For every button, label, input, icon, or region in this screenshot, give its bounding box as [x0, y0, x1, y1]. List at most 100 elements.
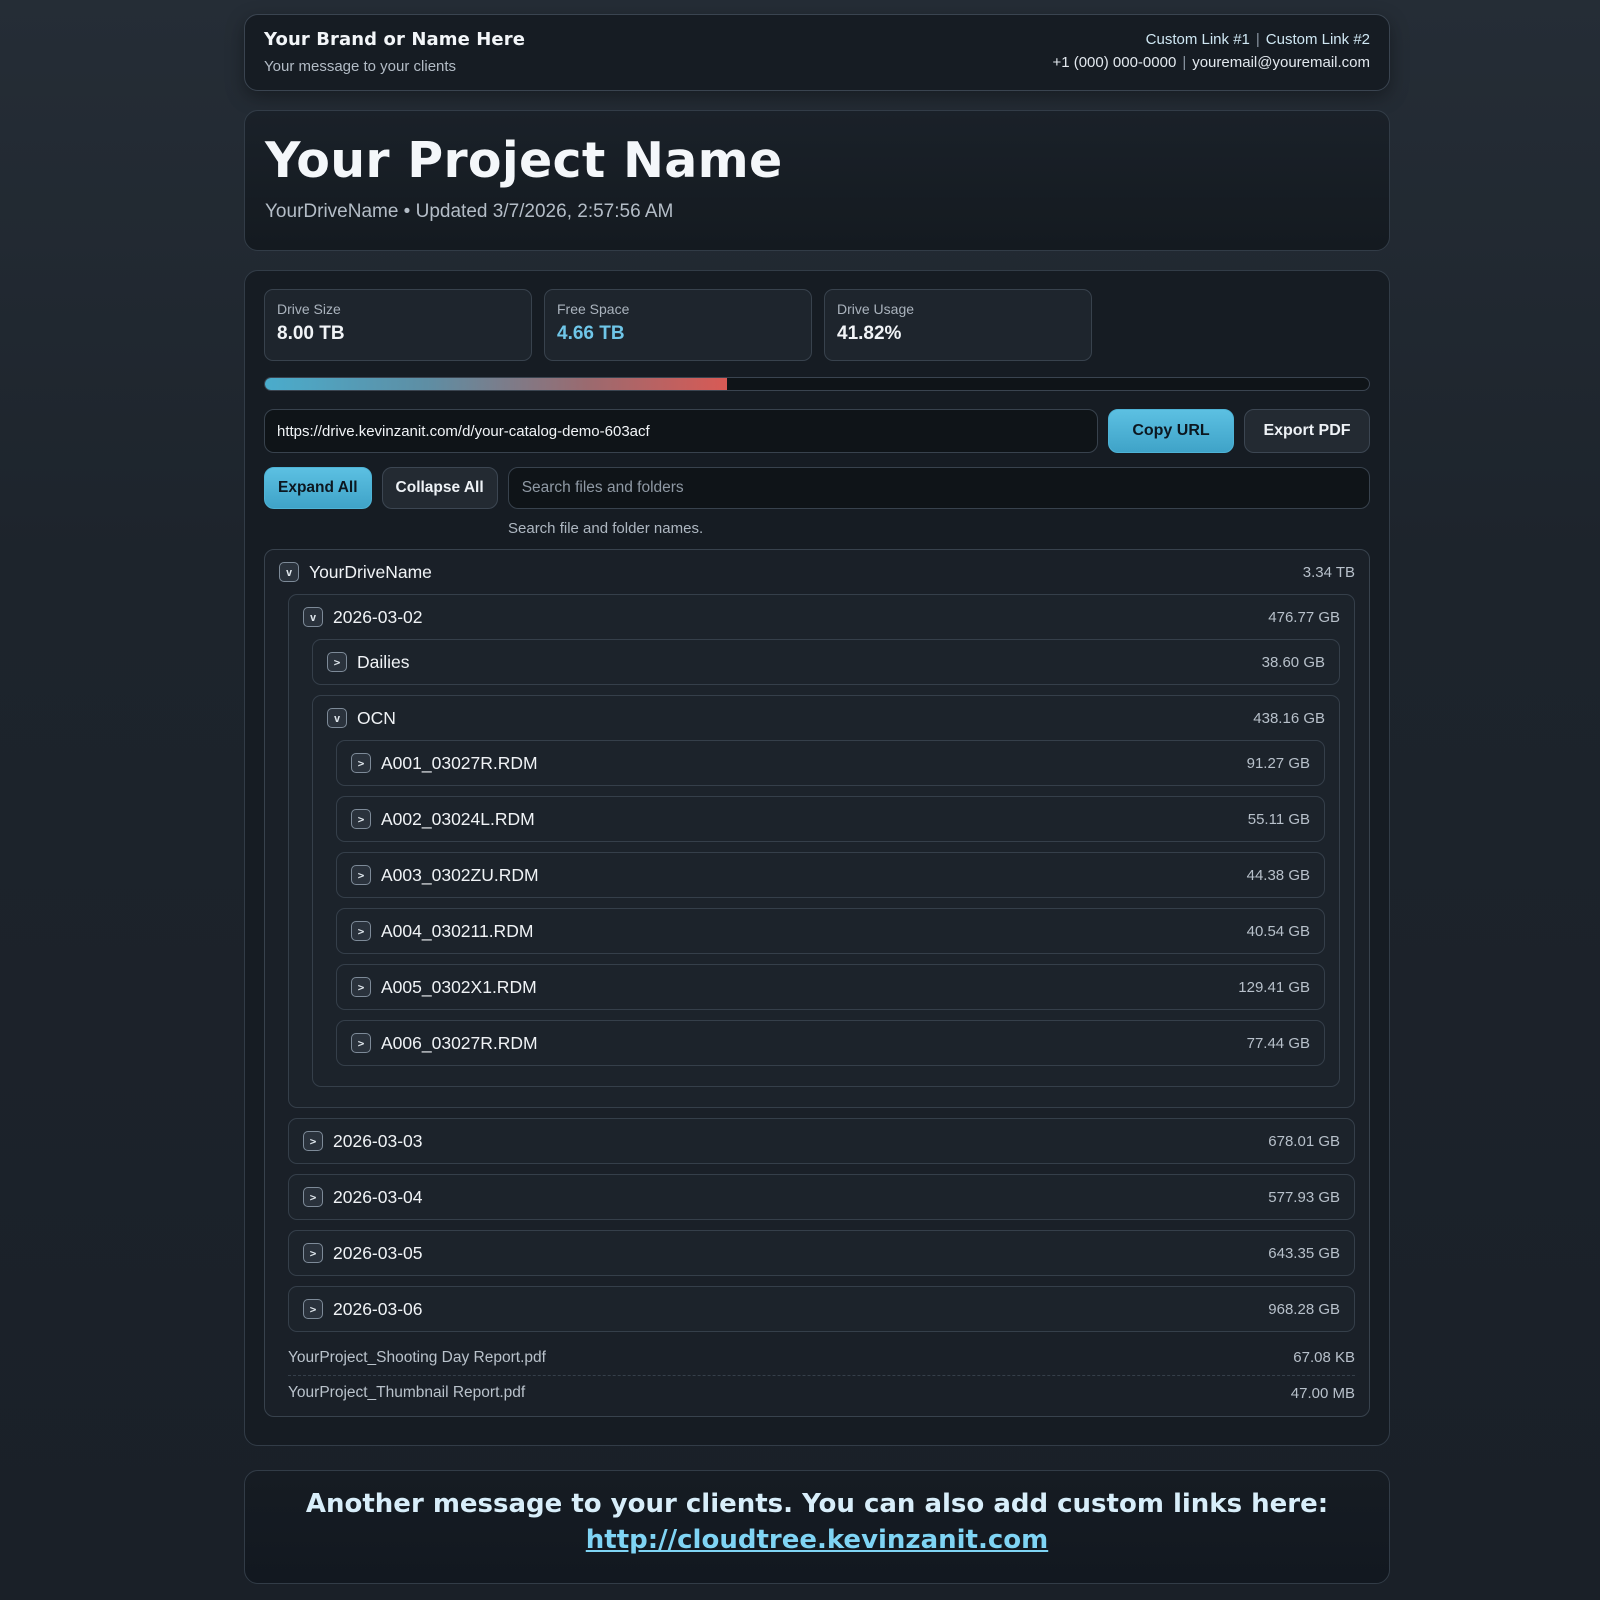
clip-name: A002_03024L.RDM: [381, 808, 535, 829]
chevron-right-icon[interactable]: >: [351, 921, 371, 941]
file-tree: v YourDriveName 3.34 TB v 2026-03-02 476…: [264, 549, 1370, 1417]
project-meta: YourDriveName • Updated 3/7/2026, 2:57:5…: [265, 201, 674, 222]
project-header: Your Project Name YourDriveName • Update…: [244, 110, 1390, 251]
tree-node-2026-03-05[interactable]: >2026-03-05 643.35 GB: [288, 1230, 1355, 1276]
copy-url-button[interactable]: Copy URL: [1108, 409, 1234, 453]
email-address: youremail@youremail.com: [1192, 54, 1370, 71]
tree-node-ocn: v OCN 438.16 GB > A001_03027R.RDM 91.27 GB…: [312, 695, 1340, 1087]
footer-link[interactable]: http://cloudtree.kevinzanit.com: [586, 1525, 1048, 1555]
folder-size: 643.35 GB: [1268, 1244, 1340, 1262]
brand-header: Your Brand or Name Here Your message to …: [244, 14, 1390, 91]
tree-node-2026-03-03[interactable]: >2026-03-03 678.01 GB: [288, 1118, 1355, 1164]
clip-name: A003_0302ZU.RDM: [381, 864, 539, 885]
clip-size: 44.38 GB: [1246, 866, 1310, 884]
drive-usage-stat: Drive Usage 41.82%: [824, 289, 1092, 361]
chevron-right-icon[interactable]: >: [303, 1131, 323, 1151]
clip-name: A006_03027R.RDM: [381, 1032, 538, 1053]
chevron-right-icon[interactable]: >: [303, 1299, 323, 1319]
clip-name: A001_03027R.RDM: [381, 752, 538, 773]
drive-stats: Drive Size 8.00 TB Free Space 4.66 TB Dr…: [264, 289, 1370, 361]
clip-list: > A001_03027R.RDM 91.27 GB > A002_03024L.RD…: [336, 740, 1325, 1066]
usage-progress-fill: [265, 378, 727, 390]
chevron-right-icon[interactable]: >: [327, 652, 347, 672]
custom-link-2[interactable]: Custom Link #2: [1266, 31, 1370, 48]
tree-node-clip[interactable]: > A005_0302X1.RDM 129.41 GB: [336, 964, 1325, 1010]
brand-contact-block: Custom Link #1 | Custom Link #2 +1 (000) 0…: [1052, 31, 1370, 71]
search-input[interactable]: [507, 467, 1370, 509]
folder-size: 38.60 GB: [1261, 653, 1325, 671]
folder-size: 476.77 GB: [1268, 608, 1340, 626]
file-row[interactable]: YourProject_Thumbnail Report.pdf 47.00 M…: [288, 1375, 1355, 1410]
file-name: YourProject_Shooting Day Report.pdf: [288, 1348, 546, 1366]
clip-size: 40.54 GB: [1246, 922, 1310, 940]
chevron-down-icon[interactable]: v: [279, 562, 299, 582]
folder-name: 2026-03-03: [333, 1130, 423, 1151]
file-row[interactable]: YourProject_Shooting Day Report.pdf 67.0…: [288, 1340, 1355, 1375]
share-url-field[interactable]: [264, 409, 1098, 453]
drive-size-label: Drive Size: [277, 301, 341, 317]
footer-message: Another message to your clients. You can…: [305, 1489, 1329, 1519]
chevron-right-icon[interactable]: >: [351, 753, 371, 773]
clip-size: 77.44 GB: [1246, 1034, 1310, 1052]
tree-node-dailies[interactable]: > Dailies 38.60 GB: [312, 639, 1340, 685]
chevron-down-icon[interactable]: v: [303, 607, 323, 627]
tree-node-2026-03-06[interactable]: >2026-03-06 968.28 GB: [288, 1286, 1355, 1332]
tree-node-clip[interactable]: > A001_03027R.RDM 91.27 GB: [336, 740, 1325, 786]
tree-node-clip[interactable]: > A004_030211.RDM 40.54 GB: [336, 908, 1325, 954]
file-size: 47.00 MB: [1290, 1384, 1355, 1402]
footer-message-card: Another message to your clients. You can…: [244, 1470, 1390, 1584]
project-title: Your Project Name: [265, 132, 783, 189]
free-space-label: Free Space: [557, 301, 630, 317]
phone-number: +1 (000) 000-0000: [1052, 54, 1177, 71]
tree-node-clip[interactable]: > A003_0302ZU.RDM 44.38 GB: [336, 852, 1325, 898]
clip-size: 55.11 GB: [1247, 810, 1310, 828]
chevron-right-icon[interactable]: >: [303, 1187, 323, 1207]
clip-name: A004_030211.RDM: [381, 920, 534, 941]
export-pdf-button[interactable]: Export PDF: [1244, 409, 1370, 453]
folder-name: OCN: [357, 707, 396, 728]
root-files: YourProject_Shooting Day Report.pdf 67.0…: [288, 1340, 1355, 1410]
chevron-right-icon[interactable]: >: [351, 1033, 371, 1053]
folder-size: 577.93 GB: [1268, 1188, 1340, 1206]
tree-node-clip[interactable]: > A002_03024L.RDM 55.11 GB: [336, 796, 1325, 842]
tree-controls: Expand All Collapse All: [264, 467, 1370, 509]
tree-node-clip[interactable]: > A006_03027R.RDM 77.44 GB: [336, 1020, 1325, 1066]
custom-link-1[interactable]: Custom Link #1: [1146, 31, 1250, 48]
folder-row[interactable]: v OCN 438.16 GB: [327, 696, 1325, 740]
folder-name: 2026-03-05: [333, 1242, 423, 1263]
drive-size-stat: Drive Size 8.00 TB: [264, 289, 532, 361]
clip-name: A005_0302X1.RDM: [381, 976, 537, 997]
folder-row[interactable]: v 2026-03-02 476.77 GB: [303, 595, 1340, 639]
collapse-all-button[interactable]: Collapse All: [381, 467, 498, 509]
folder-name: 2026-03-04: [333, 1186, 423, 1207]
folder-size: 678.01 GB: [1268, 1132, 1340, 1150]
drive-usage-value: 41.82%: [837, 323, 902, 344]
clip-size: 91.27 GB: [1246, 754, 1310, 772]
search-hint: Search file and folder names.: [508, 520, 704, 537]
file-size: 67.08 KB: [1293, 1349, 1355, 1366]
folder-size: 968.28 GB: [1268, 1300, 1340, 1318]
tree-node-2026-03-04[interactable]: >2026-03-04 577.93 GB: [288, 1174, 1355, 1220]
chevron-right-icon[interactable]: >: [351, 865, 371, 885]
folder-name: 2026-03-02: [333, 606, 423, 627]
chevron-down-icon[interactable]: v: [327, 708, 347, 728]
free-space-stat: Free Space 4.66 TB: [544, 289, 812, 361]
folder-name: Dailies: [357, 651, 410, 672]
drive-usage-label: Drive Usage: [837, 301, 915, 317]
usage-progress-bar: [264, 377, 1370, 391]
chevron-right-icon[interactable]: >: [351, 977, 371, 997]
link-separator: |: [1255, 31, 1260, 48]
file-name: YourProject_Thumbnail Report.pdf: [288, 1384, 526, 1401]
contact-separator: |: [1182, 54, 1187, 71]
chevron-right-icon[interactable]: >: [303, 1243, 323, 1263]
folder-name: YourDriveName: [309, 561, 432, 582]
clip-size: 129.41 GB: [1238, 978, 1310, 996]
tree-node-2026-03-02: v 2026-03-02 476.77 GB > Dailies 38.60 G…: [288, 594, 1355, 1108]
folder-name: 2026-03-06: [333, 1298, 423, 1319]
folder-size: 438.16 GB: [1253, 709, 1325, 727]
expand-all-button[interactable]: Expand All: [264, 467, 372, 509]
catalog-panel: Drive Size 8.00 TB Free Space 4.66 TB Dr…: [244, 270, 1390, 1446]
tree-node-root[interactable]: v YourDriveName 3.34 TB: [279, 550, 1355, 594]
chevron-right-icon[interactable]: >: [351, 809, 371, 829]
free-space-value: 4.66 TB: [557, 323, 625, 344]
